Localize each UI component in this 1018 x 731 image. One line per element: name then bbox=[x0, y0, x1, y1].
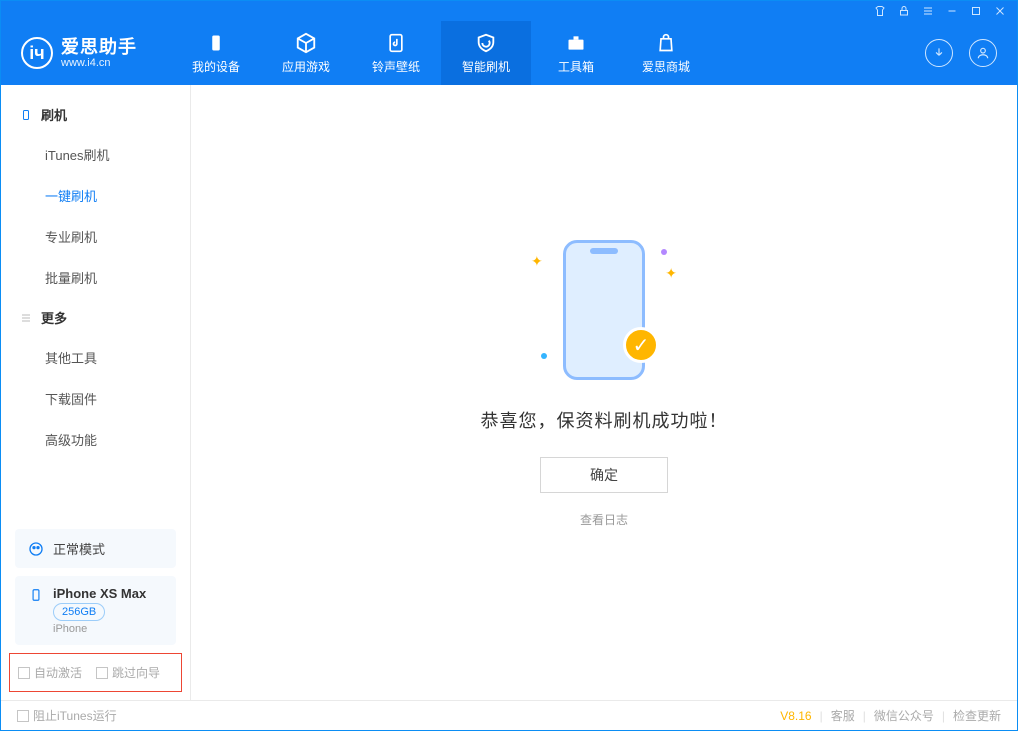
nav-label: 铃声壁纸 bbox=[372, 58, 420, 75]
device-name: iPhone XS Max bbox=[53, 586, 146, 601]
checkbox-icon[interactable] bbox=[96, 667, 108, 679]
window-titlebar bbox=[1, 1, 1017, 21]
menu-icon[interactable] bbox=[921, 4, 935, 18]
nav-label: 智能刷机 bbox=[462, 58, 510, 75]
nav-toolbox[interactable]: 工具箱 bbox=[531, 21, 621, 85]
header: iч 爱思助手 www.i4.cn 我的设备 应用游戏 铃声壁纸 智能刷机 bbox=[1, 21, 1017, 85]
option-label: 自动激活 bbox=[34, 664, 82, 681]
cube-icon bbox=[295, 32, 317, 54]
nav-ringtones-wallpapers[interactable]: 铃声壁纸 bbox=[351, 21, 441, 85]
device-type: iPhone bbox=[53, 623, 146, 635]
sidebar-section-flash: 刷机 bbox=[1, 95, 190, 134]
nav-label: 工具箱 bbox=[558, 58, 594, 75]
sidebar-item-pro-flash[interactable]: 专业刷机 bbox=[1, 216, 190, 257]
sidebar-section-more: 更多 bbox=[1, 298, 190, 337]
logo-mark-icon: iч bbox=[21, 37, 53, 69]
device-small-icon bbox=[27, 586, 45, 604]
nav-my-device[interactable]: 我的设备 bbox=[171, 21, 261, 85]
mode-normal-icon bbox=[27, 540, 45, 558]
sidebar: 刷机 iTunes刷机 一键刷机 专业刷机 批量刷机 更多 其他工具 下载固件 … bbox=[1, 85, 191, 700]
app-body: 刷机 iTunes刷机 一键刷机 专业刷机 批量刷机 更多 其他工具 下载固件 … bbox=[1, 85, 1017, 700]
sidebar-item-download-firmware[interactable]: 下载固件 bbox=[1, 378, 190, 419]
checkbox-icon[interactable] bbox=[17, 710, 29, 722]
separator: | bbox=[863, 709, 866, 723]
dot-icon bbox=[661, 249, 667, 255]
close-icon[interactable] bbox=[993, 4, 1007, 18]
device-info-card[interactable]: iPhone XS Max 256GB iPhone bbox=[15, 576, 176, 645]
device-mode-card[interactable]: 正常模式 bbox=[15, 529, 176, 568]
success-check-icon: ✓ bbox=[623, 327, 659, 363]
option-skip-guide[interactable]: 跳过向导 bbox=[96, 664, 160, 681]
sparkle-icon: ✦ bbox=[665, 265, 677, 282]
nav-apps-games[interactable]: 应用游戏 bbox=[261, 21, 351, 85]
options-highlight-box: 自动激活 跳过向导 bbox=[9, 653, 182, 692]
confirm-button[interactable]: 确定 bbox=[540, 457, 668, 493]
sidebar-section-title: 更多 bbox=[41, 308, 67, 327]
list-icon bbox=[19, 311, 33, 325]
option-auto-activate[interactable]: 自动激活 bbox=[18, 664, 82, 681]
sidebar-item-batch-flash[interactable]: 批量刷机 bbox=[1, 257, 190, 298]
refresh-shield-icon bbox=[475, 32, 497, 54]
sidebar-section-title: 刷机 bbox=[41, 105, 67, 124]
view-log-link[interactable]: 查看日志 bbox=[580, 511, 628, 528]
nav-smart-flash[interactable]: 智能刷机 bbox=[441, 21, 531, 85]
lock-icon[interactable] bbox=[897, 4, 911, 18]
app-name-cn: 爱思助手 bbox=[61, 38, 137, 56]
footer: 阻止iTunes运行 V8.16 | 客服 | 微信公众号 | 检查更新 bbox=[1, 700, 1017, 730]
sparkle-icon: ✦ bbox=[531, 253, 543, 270]
bag-icon bbox=[655, 32, 677, 54]
sidebar-item-other-tools[interactable]: 其他工具 bbox=[1, 337, 190, 378]
shirt-icon[interactable] bbox=[873, 4, 887, 18]
separator: | bbox=[942, 709, 945, 723]
footer-block-itunes[interactable]: 阻止iTunes运行 bbox=[17, 707, 117, 724]
footer-wechat-link[interactable]: 微信公众号 bbox=[874, 707, 934, 724]
app-window: iч 爱思助手 www.i4.cn 我的设备 应用游戏 铃声壁纸 智能刷机 bbox=[0, 0, 1018, 731]
app-name-en: www.i4.cn bbox=[61, 58, 137, 69]
phone-icon bbox=[205, 32, 227, 54]
dot-icon bbox=[541, 353, 547, 359]
nav-label: 爱思商城 bbox=[642, 58, 690, 75]
header-right bbox=[905, 21, 1017, 85]
top-nav: 我的设备 应用游戏 铃声壁纸 智能刷机 工具箱 爱思商城 bbox=[171, 21, 711, 85]
success-title: 恭喜您，保资料刷机成功啦！ bbox=[481, 407, 728, 433]
footer-block-itunes-label: 阻止iTunes运行 bbox=[33, 707, 117, 724]
app-logo: iч 爱思助手 www.i4.cn bbox=[1, 21, 153, 85]
nav-store[interactable]: 爱思商城 bbox=[621, 21, 711, 85]
maximize-icon[interactable] bbox=[969, 4, 983, 18]
checkbox-icon[interactable] bbox=[18, 667, 30, 679]
separator: | bbox=[820, 709, 823, 723]
device-storage: 256GB bbox=[53, 603, 105, 621]
main-content: ✦ ✦ ✓ 恭喜您，保资料刷机成功啦！ 确定 查看日志 bbox=[191, 85, 1017, 700]
option-label: 跳过向导 bbox=[112, 664, 160, 681]
nav-label: 应用游戏 bbox=[282, 58, 330, 75]
minimize-icon[interactable] bbox=[945, 4, 959, 18]
footer-support-link[interactable]: 客服 bbox=[831, 707, 855, 724]
user-icon[interactable] bbox=[969, 39, 997, 67]
nav-label: 我的设备 bbox=[192, 58, 240, 75]
sidebar-item-advanced[interactable]: 高级功能 bbox=[1, 419, 190, 460]
toolbox-icon bbox=[565, 32, 587, 54]
device-icon bbox=[19, 108, 33, 122]
sidebar-item-itunes-flash[interactable]: iTunes刷机 bbox=[1, 134, 190, 175]
download-icon[interactable] bbox=[925, 39, 953, 67]
success-illustration: ✦ ✦ ✓ bbox=[519, 235, 689, 385]
version-label: V8.16 bbox=[780, 709, 811, 723]
music-file-icon bbox=[385, 32, 407, 54]
sidebar-item-oneclick-flash[interactable]: 一键刷机 bbox=[1, 175, 190, 216]
device-mode-label: 正常模式 bbox=[53, 539, 105, 558]
footer-check-update-link[interactable]: 检查更新 bbox=[953, 707, 1001, 724]
